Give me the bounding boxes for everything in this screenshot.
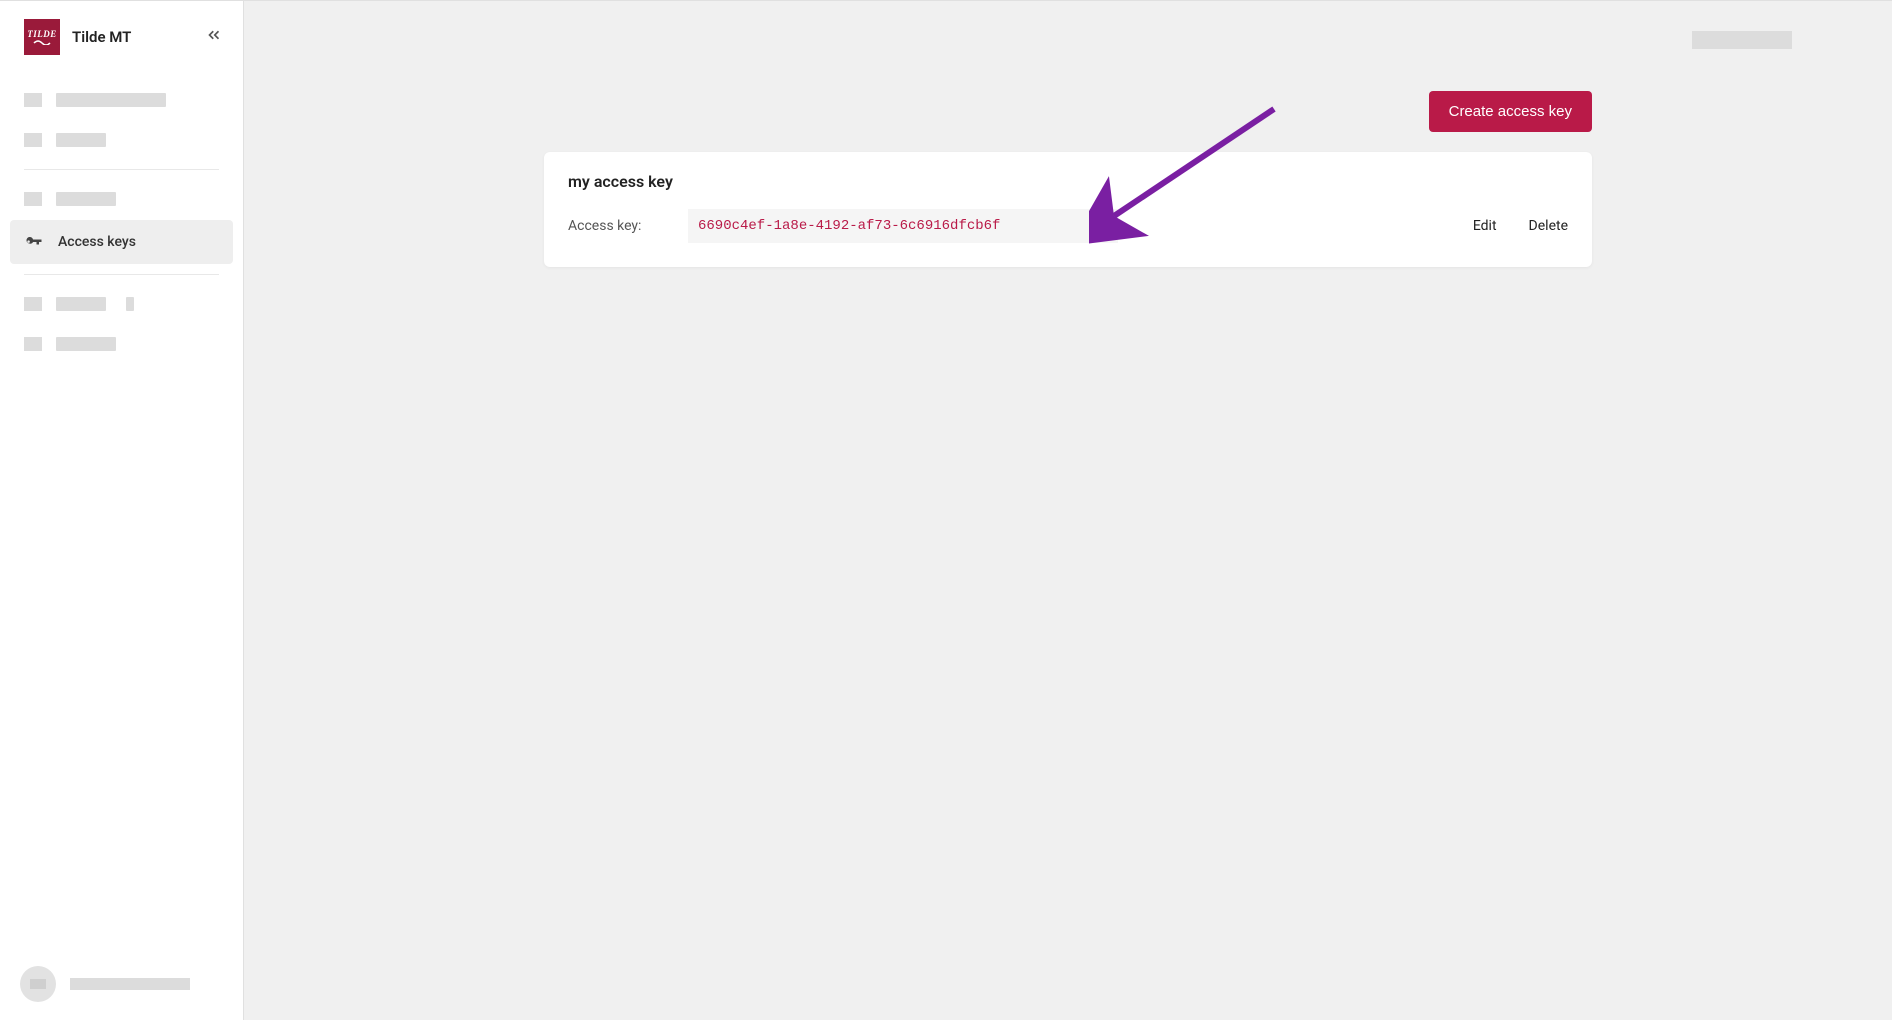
- sidebar-item-placeholder[interactable]: [10, 121, 233, 159]
- placeholder-icon: [24, 93, 42, 107]
- nav-divider: [24, 274, 219, 275]
- app-title: Tilde MT: [72, 28, 189, 46]
- sidebar-item-placeholder[interactable]: [10, 325, 233, 363]
- edit-button[interactable]: Edit: [1473, 218, 1497, 234]
- sidebar-nav: Access keys: [0, 73, 243, 371]
- access-key-row: Access key: 6690c4ef-1a8e-4192-af73-6c69…: [568, 209, 1568, 243]
- placeholder-label: [56, 337, 116, 351]
- sidebar-item-access-keys[interactable]: Access keys: [10, 220, 233, 264]
- sidebar: TILDE Tilde MT: [0, 1, 244, 1020]
- placeholder-label: [56, 192, 116, 206]
- avatar-placeholder[interactable]: [20, 966, 56, 1002]
- create-access-key-button[interactable]: Create access key: [1429, 91, 1592, 132]
- access-key-value: 6690c4ef-1a8e-4192-af73-6c6916dfcb6f: [698, 218, 1000, 234]
- card-actions: Edit Delete: [1473, 218, 1568, 234]
- sidebar-footer: [0, 948, 243, 1020]
- sidebar-header: TILDE Tilde MT: [0, 1, 243, 73]
- copy-icon[interactable]: [1090, 217, 1108, 235]
- card-title: my access key: [568, 172, 1568, 191]
- delete-button[interactable]: Delete: [1529, 218, 1568, 234]
- key-icon: [24, 232, 44, 252]
- sidebar-item-placeholder[interactable]: [10, 285, 233, 323]
- sidebar-item-placeholder[interactable]: [10, 81, 233, 119]
- footer-text-placeholder: [70, 978, 190, 990]
- main-content: Create access key my access key Access k…: [244, 1, 1892, 1020]
- create-row: Create access key: [544, 91, 1592, 132]
- sidebar-item-label: Access keys: [58, 234, 136, 250]
- placeholder-label: [56, 133, 106, 147]
- collapse-sidebar-button[interactable]: [201, 22, 227, 52]
- placeholder-icon: [24, 133, 42, 147]
- logo-text: TILDE: [27, 29, 57, 39]
- placeholder-label: [56, 297, 106, 311]
- access-key-label: Access key:: [568, 218, 688, 234]
- access-key-box: 6690c4ef-1a8e-4192-af73-6c6916dfcb6f: [688, 209, 1118, 243]
- app-logo: TILDE: [24, 19, 60, 55]
- topbar-placeholder: [1692, 31, 1792, 49]
- placeholder-icon: [24, 337, 42, 351]
- placeholder-icon: [24, 192, 42, 206]
- placeholder-label: [126, 297, 134, 311]
- sidebar-item-placeholder[interactable]: [10, 180, 233, 218]
- nav-divider: [24, 169, 219, 170]
- access-key-card: my access key Access key: 6690c4ef-1a8e-…: [544, 152, 1592, 267]
- placeholder-icon: [24, 297, 42, 311]
- placeholder-label: [56, 93, 166, 107]
